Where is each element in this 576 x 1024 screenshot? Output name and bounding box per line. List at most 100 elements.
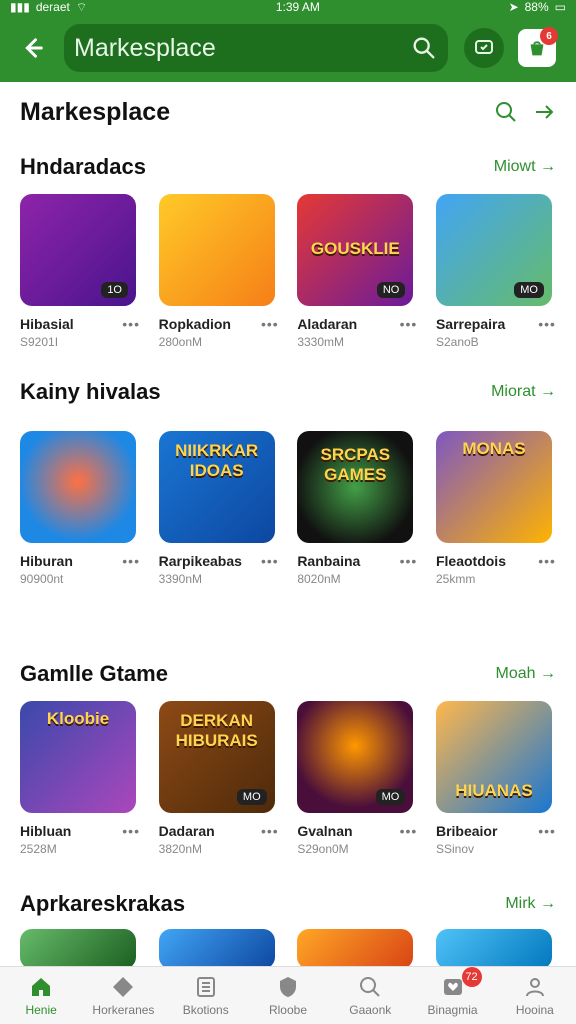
thumb-badge: NO xyxy=(376,282,406,298)
thumb-title: NIIKRKAR IDOAS xyxy=(175,441,259,480)
app-card[interactable] xyxy=(158,929,279,969)
card-subtitle: SSinov xyxy=(435,842,474,856)
bag-badge: 6 xyxy=(540,27,558,45)
thumb-title: HIUANAS xyxy=(455,781,533,800)
thumb-badge: 1O xyxy=(101,282,128,298)
app-card[interactable]: SRCPAS GAMES Ranbaina ••• 8020nM xyxy=(297,431,417,586)
more-options-icon[interactable]: ••• xyxy=(122,316,140,332)
app-card[interactable]: GOUSKLIE NO Aladaran ••• 3330mM xyxy=(297,194,417,349)
app-thumbnail[interactable]: MO xyxy=(297,701,414,813)
shield-icon xyxy=(279,976,296,997)
app-thumbnail[interactable] xyxy=(20,431,136,543)
signal-icon: ▮▮▮ xyxy=(10,0,30,14)
card-row: 1O Hibasial ••• S9201I Ropkadion ••• 280… xyxy=(20,194,556,349)
app-thumbnail[interactable] xyxy=(297,929,414,969)
app-card[interactable]: Hiburan ••• 90900nt xyxy=(20,431,140,586)
app-thumbnail[interactable]: MO xyxy=(435,194,552,306)
thumb-title: DERKAN HIBURAIS xyxy=(175,711,258,750)
app-card[interactable]: MO Gvalnan ••• S29on0M xyxy=(297,701,417,856)
card-title-row: Hibasial ••• xyxy=(20,316,140,332)
app-thumbnail[interactable]: SRCPAS GAMES xyxy=(297,431,414,543)
more-options-icon[interactable]: ••• xyxy=(400,823,418,839)
card-title-row: Rarpikeabas ••• xyxy=(159,553,279,569)
arrow-right-icon[interactable] xyxy=(532,100,556,124)
app-card[interactable] xyxy=(20,929,140,969)
back-arrow-icon xyxy=(25,38,43,58)
app-thumbnail[interactable] xyxy=(20,929,136,969)
app-thumbnail[interactable] xyxy=(435,929,552,969)
app-thumbnail[interactable]: NIIKRKAR IDOAS xyxy=(158,431,275,543)
search-bar[interactable]: Markesplace xyxy=(64,24,448,72)
app-thumbnail[interactable]: GOUSKLIE NO xyxy=(297,194,414,306)
nav-label: Binagmia xyxy=(427,1002,478,1017)
chat-bubble-icon[interactable] xyxy=(464,28,504,68)
card-subtitle: 90900nt xyxy=(20,572,64,586)
thumb-title: SRCPAS GAMES xyxy=(320,445,391,484)
more-options-icon[interactable]: ••• xyxy=(122,553,140,569)
app-thumbnail[interactable]: MONAS xyxy=(435,431,552,543)
app-thumbnail[interactable] xyxy=(158,194,275,306)
carrier-label: deraet xyxy=(35,0,70,14)
card-subtitle: 3820nM xyxy=(158,842,203,856)
nav-hooina[interactable]: Hooina xyxy=(494,975,576,1017)
nav-horkeranes[interactable]: Horkeranes xyxy=(82,975,164,1017)
card-subtitle: 3390nM xyxy=(158,572,203,586)
nav-badge: 72 xyxy=(461,966,482,987)
app-thumbnail[interactable]: DERKAN HIBURAIS MO xyxy=(158,701,275,813)
nav-gaaonk[interactable]: Gaaonk xyxy=(329,975,411,1017)
more-options-icon[interactable]: ••• xyxy=(400,316,418,332)
section-gamlle-gtame: Gamlle Gtame Moah → Kloobie Hibluan ••• … xyxy=(20,659,556,856)
card-subtitle: 8020nM xyxy=(297,572,341,586)
more-options-icon[interactable]: ••• xyxy=(538,553,556,569)
nav-home[interactable]: Henie xyxy=(0,975,82,1017)
card-subtitle: 3330mM xyxy=(297,335,344,349)
app-bar: Markesplace 6 xyxy=(0,14,576,82)
card-title-row: Aladaran ••• xyxy=(297,316,417,332)
app-card[interactable]: Ropkadion ••• 280onM xyxy=(158,194,279,349)
more-options-icon[interactable]: ••• xyxy=(538,316,556,332)
see-more-link[interactable]: Miorat → xyxy=(491,383,556,401)
back-arrow-icon[interactable] xyxy=(14,30,50,66)
nav-binagmia[interactable]: 72 Binagmia xyxy=(412,966,494,1017)
app-card[interactable]: HIUANAS Bribeaior ••• SSinov xyxy=(435,701,556,856)
card-title: Ranbaina xyxy=(297,553,361,569)
app-thumbnail[interactable]: HIUANAS xyxy=(435,701,552,813)
app-card[interactable]: MONAS Fleaotdois ••• 25kmm xyxy=(435,431,556,586)
search-icon[interactable] xyxy=(410,34,438,62)
app-card[interactable]: NIIKRKAR IDOAS Rarpikeabas ••• 3390nM xyxy=(158,431,279,586)
search-icon[interactable] xyxy=(494,100,518,124)
see-more-link[interactable]: Miowt → xyxy=(494,158,556,176)
more-options-icon[interactable]: ••• xyxy=(261,553,279,569)
card-title-row: Bribeaior ••• xyxy=(436,823,556,839)
card-subtitle: 280onM xyxy=(158,335,203,349)
search-icon xyxy=(360,976,380,997)
see-more-link[interactable]: Moah → xyxy=(496,665,556,683)
more-options-icon[interactable]: ••• xyxy=(261,823,279,839)
more-options-icon[interactable]: ••• xyxy=(261,316,279,332)
card-title: Dadaran xyxy=(158,823,215,839)
bag-icon[interactable]: 6 xyxy=(518,27,558,67)
diamond-icon xyxy=(113,976,134,997)
app-thumbnail[interactable]: 1O xyxy=(20,194,136,306)
card-title: Rarpikeabas xyxy=(158,553,242,569)
card-title-row: Ranbaina ••• xyxy=(297,553,417,569)
card-title: Hibasial xyxy=(20,316,74,332)
app-card[interactable] xyxy=(297,929,417,969)
card-subtitle: S29on0M xyxy=(297,842,349,856)
app-card[interactable] xyxy=(435,929,556,969)
nav-bkotions[interactable]: Bkotions xyxy=(165,975,247,1017)
more-options-icon[interactable]: ••• xyxy=(122,823,140,839)
app-card[interactable]: Kloobie Hibluan ••• 2528M xyxy=(20,701,140,856)
page-header: Markesplace xyxy=(20,92,556,132)
see-more-link[interactable]: Mirk → xyxy=(505,895,556,913)
app-card[interactable]: MO Sarrepaira ••• S2anoB xyxy=(435,194,556,349)
more-options-icon[interactable]: ••• xyxy=(538,823,556,839)
section-title: Hndaradacs xyxy=(20,154,146,179)
nav-rloobe[interactable]: Rloobe xyxy=(247,975,329,1017)
card-title-row: Hibluan ••• xyxy=(20,823,140,839)
app-thumbnail[interactable] xyxy=(158,929,275,969)
more-options-icon[interactable]: ••• xyxy=(400,553,418,569)
app-thumbnail[interactable]: Kloobie xyxy=(20,701,136,813)
app-card[interactable]: DERKAN HIBURAIS MO Dadaran ••• 3820nM xyxy=(158,701,279,856)
app-card[interactable]: 1O Hibasial ••• S9201I xyxy=(20,194,140,349)
